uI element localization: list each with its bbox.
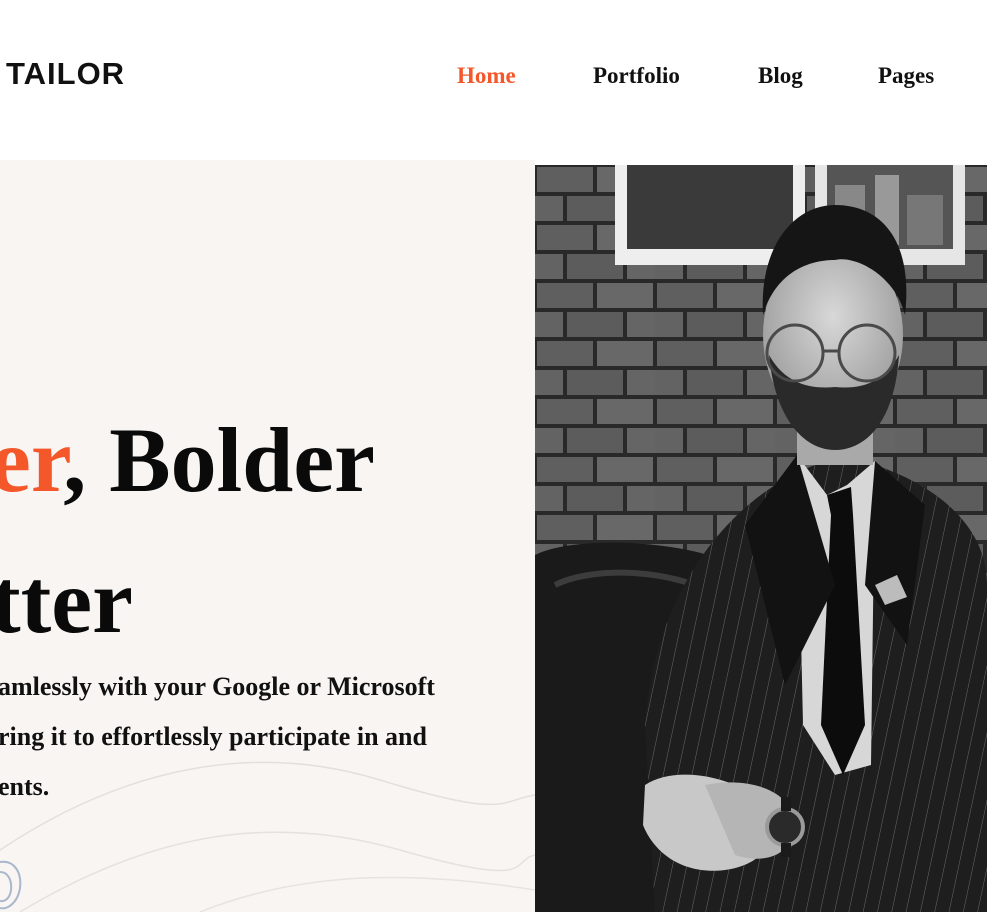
site-header: TAILOR Home Portfolio Blog Pages	[0, 0, 987, 160]
nav-blog-link[interactable]: Blog	[758, 58, 803, 94]
nav-home-link[interactable]: Home	[457, 58, 516, 94]
hero-paragraph-line3: ents.	[0, 772, 50, 801]
hero-photo	[535, 165, 987, 912]
nav-pages-link[interactable]: Pages	[878, 58, 934, 94]
hero-headline-line1: er, Bolder	[0, 414, 375, 506]
headline-accent-text: er	[0, 409, 64, 511]
decorative-swirl-icon	[0, 860, 22, 910]
main-nav: Home Portfolio Blog Pages	[0, 58, 987, 98]
decorative-waves	[0, 761, 535, 912]
man-in-suit-photo	[535, 165, 987, 912]
hero-section: er, Bolder tter amlessly with your Googl…	[0, 160, 535, 912]
hero-paragraph-line2: ring it to effortlessly participate in a…	[0, 722, 427, 751]
headline-text: , Bolder	[63, 409, 375, 511]
hero-headline-line2: tter	[0, 550, 133, 652]
hero-paragraph-line1: amlessly with your Google or Microsoft	[0, 672, 435, 701]
nav-portfolio-link[interactable]: Portfolio	[593, 58, 680, 94]
